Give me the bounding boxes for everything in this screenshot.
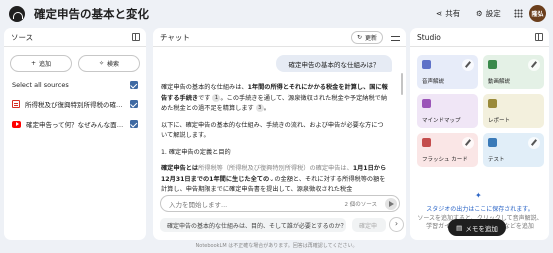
- mind-map-icon: [422, 99, 431, 108]
- citation-chip[interactable]: 3: [255, 104, 264, 112]
- sources-header: ソース: [4, 28, 146, 47]
- disclaimer: NotebookLM は不正確な場合があります。回答は再確認してください。: [195, 243, 358, 249]
- suggestions: 確定申告の基本的な仕組みは、目的、そして誰が必要とするのか？ 確定申 ›: [160, 218, 406, 232]
- note-icon: ▤: [456, 223, 463, 232]
- notebooklm-logo-icon[interactable]: [9, 6, 25, 22]
- studio-heading: Studio: [417, 32, 441, 42]
- collapse-panel-icon[interactable]: [132, 33, 140, 41]
- select-all-checkbox[interactable]: [130, 81, 138, 89]
- sources-panel: ソース + 追加 ✧ 検索 Select all sources 所得税及び復興…: [4, 28, 146, 240]
- source-checkbox[interactable]: [130, 120, 138, 128]
- sources-actions: + 追加 ✧ 検索: [4, 47, 146, 72]
- source-checkbox[interactable]: [130, 100, 138, 108]
- audio-icon: [422, 60, 431, 69]
- share-label: 共有: [445, 9, 461, 18]
- refresh-button[interactable]: ↻ 更新: [350, 31, 383, 44]
- chat-tools: ↻ 更新: [350, 31, 400, 44]
- sparkle-search-icon: ✧: [98, 60, 104, 67]
- card-label: 音声解説: [422, 79, 445, 85]
- chat-input[interactable]: 入力を開始します... 2 個のソース: [160, 195, 400, 212]
- notebook-title[interactable]: 確定申告の基本と変化: [34, 6, 149, 22]
- flashcards-icon: [422, 138, 431, 147]
- card-label: フラッシュ カード: [422, 157, 468, 163]
- avatar[interactable]: 隆弘: [529, 5, 546, 22]
- sources-heading: ソース: [11, 32, 34, 42]
- answer-text: 所得税等（所得税及び復興特別所得税）の確定申告は、: [198, 165, 353, 172]
- gear-icon: ⚙: [476, 9, 483, 18]
- edit-icon[interactable]: [528, 59, 540, 71]
- studio-card-video-overview[interactable]: 動画解説: [483, 55, 544, 89]
- answer-bold-text: 確定申告とは: [161, 165, 199, 172]
- refresh-icon: ↻: [356, 34, 362, 41]
- studio-card-mind-map[interactable]: マインドマップ: [417, 94, 478, 128]
- settings-button[interactable]: ⚙ 設定: [476, 8, 501, 19]
- answer-text: 確定申告の基本的な仕組みは、: [161, 84, 248, 91]
- apps-grid-icon[interactable]: [514, 9, 523, 18]
- magic-wand-icon: [475, 191, 483, 201]
- suggestion-chip[interactable]: 確定申: [352, 218, 386, 232]
- edit-icon[interactable]: [528, 137, 540, 149]
- select-all-label: Select all sources: [12, 81, 69, 89]
- add-source-button[interactable]: + 追加: [10, 55, 72, 72]
- studio-note-title: スタジオの出力はここに保存されます。: [426, 206, 534, 213]
- settings-label: 設定: [485, 9, 501, 18]
- chat-conversation[interactable]: 確定申告の基本的な仕組みは？ 確定申告の基本的な仕組みは、1年間の所得とそれにか…: [153, 47, 406, 207]
- youtube-icon: [12, 120, 21, 128]
- user-message: 確定申告の基本的な仕組みは？: [276, 55, 392, 72]
- tune-icon[interactable]: [391, 34, 400, 42]
- send-button[interactable]: [385, 198, 397, 210]
- source-name: 所得税及び復興特別所得税の確定申告の手引き: [25, 101, 125, 109]
- studio-header: Studio: [410, 28, 549, 47]
- quiz-icon: [488, 138, 497, 147]
- card-label: テスト: [488, 157, 505, 163]
- card-label: 動画解説: [488, 79, 511, 85]
- card-label: レポート: [488, 118, 511, 124]
- top-bar: 確定申告の基本と変化 ⋖ 共有 ⚙ 設定 隆弘: [0, 0, 553, 28]
- chat-scrollbar[interactable]: [401, 73, 403, 95]
- plus-icon: +: [30, 60, 36, 67]
- refresh-label: 更新: [364, 35, 377, 42]
- studio-card-report[interactable]: レポート: [483, 94, 544, 128]
- chat-panel: チャット ↻ 更新 確定申告の基本的な仕組みは？ 確定申告の基本的な仕組みは、1…: [153, 28, 406, 240]
- edit-icon[interactable]: [462, 137, 474, 149]
- source-item[interactable]: 確定申告って何？なぜみんな面倒くさがるの？: [4, 119, 146, 129]
- share-button[interactable]: ⋖ 共有: [436, 8, 460, 19]
- answer-text: 。: [263, 105, 270, 112]
- discover-sources-label: 検索: [107, 61, 120, 68]
- report-icon: [488, 99, 497, 108]
- edit-icon[interactable]: [462, 59, 474, 71]
- next-suggestions-icon[interactable]: ›: [390, 218, 403, 231]
- collapse-panel-icon[interactable]: [535, 33, 543, 41]
- video-icon: [488, 60, 497, 69]
- suggestion-chip[interactable]: 確定申告の基本的な仕組みは、目的、そして誰が必要とするのか？: [160, 218, 346, 232]
- chat-heading: チャット: [160, 32, 190, 42]
- source-name: 確定申告って何？なぜみんな面倒くさがるの？: [26, 121, 125, 129]
- studio-card-flashcards[interactable]: フラッシュ カード: [417, 133, 478, 167]
- studio-card-quiz[interactable]: テスト: [483, 133, 544, 167]
- answer-heading: 1. 確定申告の定義と目的: [161, 148, 231, 156]
- source-item[interactable]: 所得税及び復興特別所得税の確定申告の手引き: [4, 99, 146, 109]
- answer-paragraph: 確定申告の基本的な仕組みは、1年間の所得とそれにかかる税金を計算し、国に報告する…: [161, 83, 389, 115]
- studio-card-audio-overview[interactable]: 音声解説: [417, 55, 478, 89]
- share-icon: ⋖: [436, 9, 443, 18]
- discover-sources-button[interactable]: ✧ 検索: [78, 55, 140, 72]
- studio-cards: 音声解説 動画解説 マインドマップ レポート フラッシュ カード テスト: [410, 47, 549, 167]
- select-all-row[interactable]: Select all sources: [4, 81, 146, 89]
- chat-header: チャット ↻ 更新: [153, 28, 406, 47]
- add-note-label: メモを追加: [465, 224, 498, 233]
- assistant-answer: 確定申告の基本的な仕組みは、1年間の所得とそれにかかる税金を計算し、国に報告する…: [161, 83, 389, 202]
- add-note-button[interactable]: ▤ メモを追加: [448, 219, 506, 236]
- chat-input-placeholder: 入力を開始します...: [169, 200, 228, 209]
- pdf-icon: [12, 100, 20, 108]
- answer-text: 、申告期限までに確定申告書を提出して、源泉徴収された税金: [179, 186, 353, 193]
- source-count: 2 個のソース: [344, 201, 377, 208]
- answer-text: です: [198, 94, 211, 102]
- answer-paragraph: 以下に、確定申告の基本的な仕組み、手続きの流れ、および申告が必要な方について解説…: [161, 121, 384, 140]
- answer-paragraph: 確定申告とは所得税等（所得税及び復興特別所得税）の確定申告は、1月1日から12月…: [161, 164, 389, 196]
- studio-panel: Studio 音声解説 動画解説 マインドマップ レポート フラッシュ カード: [410, 28, 549, 240]
- add-source-label: 追加: [39, 61, 52, 68]
- card-label: マインドマップ: [422, 118, 461, 124]
